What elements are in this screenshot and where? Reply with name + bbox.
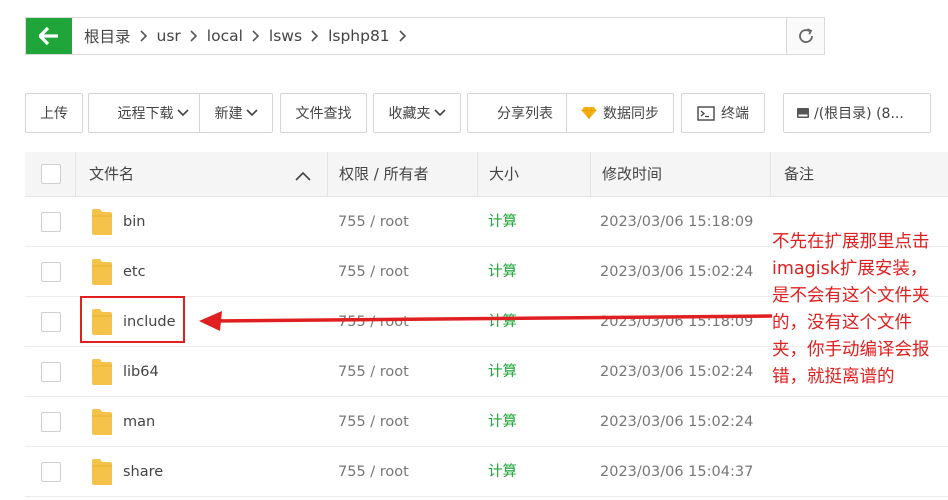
row-checkbox[interactable]: [41, 261, 61, 282]
file-name[interactable]: share: [123, 447, 163, 497]
chevron-down-icon: [176, 109, 189, 117]
file-permission[interactable]: 755 / root: [338, 247, 409, 297]
row-checkbox[interactable]: [41, 311, 61, 332]
file-name[interactable]: lib64: [123, 347, 159, 397]
refresh-button[interactable]: [786, 18, 824, 54]
file-name[interactable]: man: [123, 397, 155, 447]
breadcrumb: 根目录 usr local lsws lsphp81: [72, 18, 786, 54]
diamond-icon: [581, 106, 597, 120]
crumb-lsphp81[interactable]: lsphp81: [324, 27, 394, 45]
file-permission[interactable]: 755 / root: [338, 397, 409, 447]
file-name[interactable]: bin: [123, 197, 145, 247]
file-name[interactable]: etc: [123, 247, 146, 297]
disk-icon: [796, 106, 810, 120]
path-bar: 根目录 usr local lsws lsphp81: [25, 17, 825, 55]
terminal-icon: [697, 105, 715, 121]
table-row[interactable]: share 755 / root 计算 2023/03/06 15:04:37: [25, 447, 948, 497]
upload-button[interactable]: 上传: [25, 93, 83, 133]
file-size-calc[interactable]: 计算: [488, 447, 517, 497]
folder-icon: [91, 458, 113, 490]
file-search-button[interactable]: 文件查找: [280, 93, 367, 133]
crumb-usr[interactable]: usr: [153, 27, 185, 45]
upload-label: 上传: [40, 106, 68, 122]
header-modified-time[interactable]: 修改时间: [602, 152, 662, 197]
file-permission[interactable]: 755 / root: [338, 347, 409, 397]
folder-icon: [91, 208, 113, 240]
file-permission[interactable]: 755 / root: [338, 197, 409, 247]
folder-icon: [91, 408, 113, 440]
annotation-highlight-box: [80, 296, 185, 343]
terminal-label: 终端: [721, 106, 749, 122]
chevron-down-icon: [433, 109, 446, 117]
share-list-label: 分享列表: [497, 106, 553, 122]
terminal-button[interactable]: 终端: [681, 93, 765, 133]
file-permission[interactable]: 755 / root: [338, 447, 409, 497]
crumb-root[interactable]: 根目录: [80, 25, 135, 47]
file-size-calc[interactable]: 计算: [488, 397, 517, 447]
folder-icon: [91, 258, 113, 290]
favorites-label: 收藏夹: [388, 106, 431, 122]
file-mtime: 2023/03/06 15:18:09: [600, 314, 754, 330]
file-size-calc[interactable]: 计算: [488, 347, 517, 397]
header-note[interactable]: 备注: [784, 152, 814, 197]
arrow-left-icon: [39, 27, 58, 45]
select-all-checkbox[interactable]: [41, 164, 61, 184]
file-mtime: 2023/03/06 15:02:24: [600, 264, 754, 280]
row-checkbox[interactable]: [41, 461, 61, 482]
disk-label: /(根目录) (8...: [814, 106, 904, 122]
folder-icon: [91, 358, 113, 390]
table-row[interactable]: man 755 / root 计算 2023/03/06 15:02:24: [25, 397, 948, 447]
file-mtime: 2023/03/06 15:18:09: [600, 214, 754, 230]
row-checkbox[interactable]: [41, 361, 61, 382]
header-filename[interactable]: 文件名: [89, 152, 134, 197]
chevron-down-icon: [245, 109, 258, 117]
chevron-right-icon: [247, 30, 265, 42]
row-checkbox[interactable]: [41, 411, 61, 432]
file-mtime: 2023/03/06 15:04:37: [600, 464, 754, 480]
table-header: 文件名 权限 / 所有者 大小 修改时间 备注: [25, 152, 948, 197]
data-sync-label: 数据同步: [603, 106, 659, 122]
chevron-right-icon: [394, 30, 412, 42]
file-permission[interactable]: 755 / root: [338, 297, 409, 347]
header-permission[interactable]: 权限 / 所有者: [339, 152, 429, 197]
file-search-label: 文件查找: [295, 106, 352, 122]
chevron-right-icon: [135, 30, 153, 42]
chevron-right-icon: [185, 30, 203, 42]
row-checkbox[interactable]: [41, 211, 61, 232]
remote-download-label: 远程下载: [117, 106, 174, 122]
refresh-icon: [798, 28, 813, 43]
annotation-note: 不先在扩展那里点击imagisk扩展安装，是不会有这个文件夹的，没有这个文件夹，…: [772, 232, 930, 387]
toolbar: 上传 远程下载 新建 文件查找 收藏夹 分享列表 数据同步 终端 /(根目录) …: [25, 93, 948, 133]
crumb-lsws[interactable]: lsws: [265, 27, 306, 45]
file-size-calc[interactable]: 计算: [488, 247, 517, 297]
header-size[interactable]: 大小: [489, 152, 519, 197]
data-sync-button[interactable]: 数据同步: [566, 93, 674, 133]
file-size-calc[interactable]: 计算: [488, 297, 517, 347]
file-mtime: 2023/03/06 15:02:24: [600, 414, 754, 430]
crumb-local[interactable]: local: [203, 27, 247, 45]
new-button[interactable]: 新建: [199, 93, 273, 133]
chevron-up-icon[interactable]: [295, 169, 311, 185]
file-mtime: 2023/03/06 15:02:24: [600, 364, 754, 380]
file-size-calc[interactable]: 计算: [488, 197, 517, 247]
chevron-right-icon: [306, 30, 324, 42]
back-button[interactable]: [26, 18, 72, 54]
new-label: 新建: [214, 106, 243, 122]
favorites-button[interactable]: 收藏夹: [373, 93, 461, 133]
disk-button[interactable]: /(根目录) (8...: [783, 93, 931, 133]
